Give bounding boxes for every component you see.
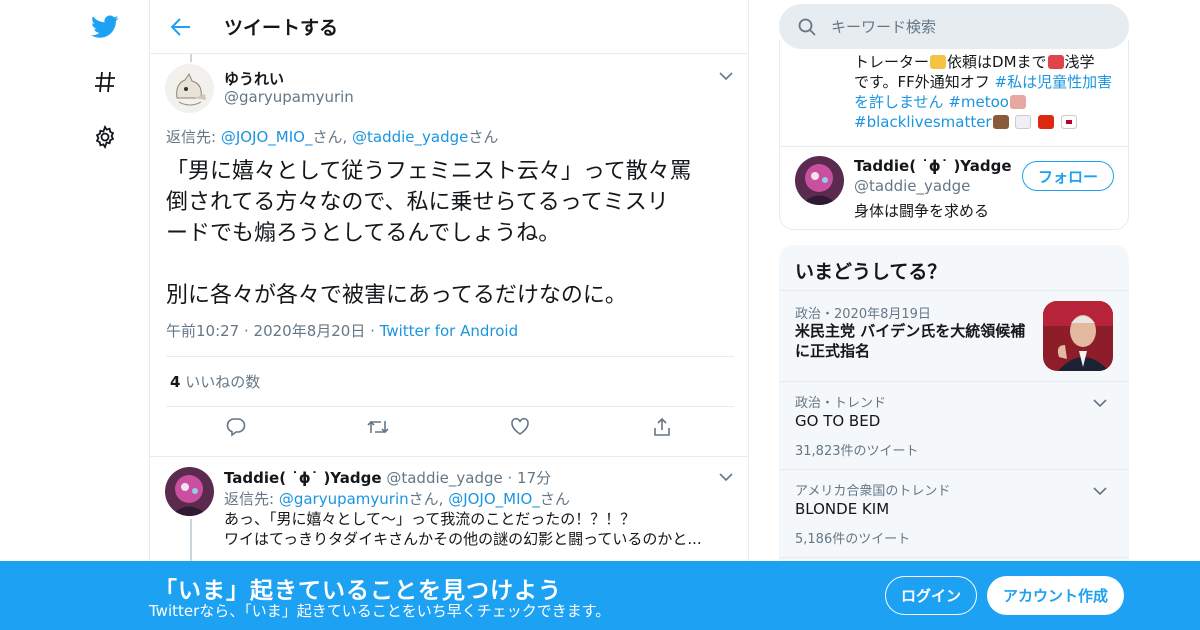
- twitter-bird-icon[interactable]: [90, 12, 120, 42]
- reply-to-suffix: さん: [468, 128, 499, 146]
- retweet-icon[interactable]: [363, 412, 393, 442]
- chevron-down-icon[interactable]: [1093, 480, 1113, 500]
- signup-button[interactable]: アカウント作成: [987, 576, 1124, 615]
- reply-author-name[interactable]: Taddie( ˙ϕ˙ )Yadge: [224, 469, 382, 487]
- login-button[interactable]: ログイン: [885, 576, 977, 615]
- reply-tweet[interactable]: Taddie( ˙ϕ˙ )Yadge @taddie_yadge · 17分 返…: [150, 456, 748, 576]
- hashtag-icon[interactable]: [90, 67, 120, 97]
- chevron-down-icon[interactable]: [716, 467, 736, 487]
- author-handle[interactable]: @garyupamyurin: [224, 88, 354, 106]
- reply-to-separator: さん,: [408, 490, 449, 508]
- reply-author-handle[interactable]: @taddie_yadge: [386, 469, 502, 487]
- hashtag-link[interactable]: #私は児童性加害: [995, 73, 1113, 91]
- like-count-number: 4: [170, 373, 181, 391]
- reply-icon[interactable]: [221, 412, 251, 442]
- trend-name: GO TO BED: [795, 412, 881, 430]
- trend-name: 米民主党 バイデン氏を大統領候補 に正式指名: [795, 322, 1026, 360]
- search-bar: [779, 4, 1129, 49]
- who-to-follow-card: トレーター 依頼はDMまで 浅学 です。FF外通知オフ #私は児童性加害 を許しませ…: [779, 40, 1129, 230]
- reply-to-prefix: 返信先:: [224, 490, 279, 508]
- avatar[interactable]: [165, 467, 214, 516]
- trend-thumbnail: [1043, 301, 1113, 371]
- trend-tweet-count: 31,823件のツイート: [795, 444, 919, 459]
- search-icon: [798, 18, 816, 36]
- trend-item[interactable]: アメリカ合衆国のトレンド BLONDE KIM 5,186件のツイート: [779, 469, 1129, 557]
- suggested-user-handle[interactable]: @taddie_yadge: [854, 177, 970, 195]
- tweet-date[interactable]: 2020年8月20日: [254, 322, 366, 340]
- thread-line: [190, 54, 192, 62]
- trend-item[interactable]: 政治・トレンド GO TO BED 31,823件のツイート: [779, 381, 1129, 469]
- tweet-timestamp: 午前10:27 · 2020年8月20日 · Twitter for Andro…: [166, 322, 519, 340]
- suggested-user-name[interactable]: Taddie( ˙ϕ˙ )Yadge: [854, 157, 1012, 175]
- trend-item[interactable]: 政治・2020年8月19日 米民主党 バイデン氏を大統領候補 に正式指名: [779, 290, 1129, 381]
- emoji-icon: [992, 115, 1009, 129]
- page-header: ツイートする: [150, 0, 748, 54]
- divider: [166, 356, 734, 357]
- reply-to-line: 返信先: @JOJO_MIO_さん, @taddie_yadgeさん: [166, 126, 498, 147]
- gear-icon[interactable]: [90, 122, 120, 152]
- banner-subtitle: Twitterなら、「いま」起きていることをいち早くチェックできます。: [149, 602, 611, 620]
- flag-icon: [1060, 115, 1077, 129]
- trend-meta: 政治・トレンド: [795, 396, 887, 411]
- hashtag-link[interactable]: #blacklivesmatter: [854, 113, 992, 131]
- author-name[interactable]: ゆうれい: [224, 68, 284, 89]
- tweet-time[interactable]: 午前10:27: [166, 322, 239, 340]
- chevron-down-icon[interactable]: [716, 66, 736, 86]
- tweet-source-link[interactable]: Twitter for Android: [380, 322, 518, 340]
- trend-name: BLONDE KIM: [795, 500, 890, 518]
- reply-header: Taddie( ˙ϕ˙ )Yadge @taddie_yadge · 17分: [224, 469, 552, 487]
- bio-text: です。FF外通知オフ: [854, 73, 995, 91]
- follow-button[interactable]: フォロー: [1022, 161, 1114, 191]
- reply-text: あっ、「男に嬉々として〜」って我流のことだったの！？！？ ワイはてっきりタダイキ…: [224, 510, 702, 548]
- reply-to-separator: さん,: [312, 128, 353, 146]
- reply-to-user-link[interactable]: @JOJO_MIO_: [448, 490, 540, 508]
- emoji-icon: [1010, 95, 1026, 109]
- likes-count[interactable]: 4 いいねの数: [170, 371, 260, 392]
- emoji-icon: [1047, 55, 1064, 69]
- reply-time-ago[interactable]: 17分: [517, 469, 551, 487]
- reply-to-user-link[interactable]: @garyupamyurin: [279, 490, 409, 508]
- trend-meta: 政治・2020年8月19日: [795, 307, 931, 322]
- tweet-actions: [150, 412, 748, 452]
- heart-icon[interactable]: [505, 412, 535, 442]
- reply-to-prefix: 返信先:: [166, 128, 221, 146]
- avatar[interactable]: [165, 64, 214, 113]
- main-column: ツイートする ゆうれい @garyupamyurin 返信先: @JOJO_MI…: [149, 0, 749, 630]
- hashtag-link[interactable]: を許しません: [854, 93, 944, 111]
- search-input[interactable]: [831, 17, 1111, 36]
- flag-icon: [1015, 115, 1032, 129]
- share-icon[interactable]: [647, 412, 677, 442]
- hashtag-link[interactable]: #metoo: [948, 93, 1009, 111]
- page-title: ツイートする: [224, 17, 339, 39]
- trends-panel: いまどうしてる？ 政治・2020年8月19日 米民主党 バイデン氏を大統領候補 …: [779, 245, 1129, 575]
- bio-text: トレーター: [854, 53, 930, 71]
- user-bio: トレーター 依頼はDMまで 浅学 です。FF外通知オフ #私は児童性加害 を許しませ…: [854, 40, 1122, 132]
- back-arrow-icon[interactable]: [166, 12, 196, 42]
- reply-to-user-link[interactable]: @JOJO_MIO_: [221, 128, 313, 146]
- chevron-down-icon[interactable]: [1093, 392, 1113, 412]
- divider: [780, 146, 1128, 147]
- trend-meta: アメリカ合衆国のトレンド: [795, 484, 951, 499]
- signup-banner: 「いま」起きていることを見つけよう Twitterなら、「いま」起きていることを…: [0, 561, 1200, 630]
- reply-to-line: 返信先: @garyupamyurinさん, @JOJO_MIO_さん: [224, 488, 570, 509]
- trend-tweet-count: 5,186件のツイート: [795, 532, 911, 547]
- bio-text: 浅学: [1064, 53, 1095, 71]
- divider: [166, 406, 734, 407]
- emoji-icon: [930, 55, 947, 69]
- flag-icon: [1038, 115, 1055, 129]
- avatar[interactable]: [795, 156, 844, 205]
- reply-to-suffix: さん: [539, 490, 570, 508]
- tweet-text: 「男に嬉々として従うフェミニスト云々」って散々罵 倒されてる方々なので、私に乗せ…: [166, 159, 692, 308]
- reply-to-user-link[interactable]: @taddie_yadge: [352, 128, 468, 146]
- like-count-label: いいねの数: [185, 373, 261, 391]
- bio-text: 依頼はDMまで: [947, 53, 1047, 71]
- suggested-user-description: 身体は闘争を求める: [854, 202, 990, 220]
- trends-title: いまどうしてる？: [795, 261, 947, 283]
